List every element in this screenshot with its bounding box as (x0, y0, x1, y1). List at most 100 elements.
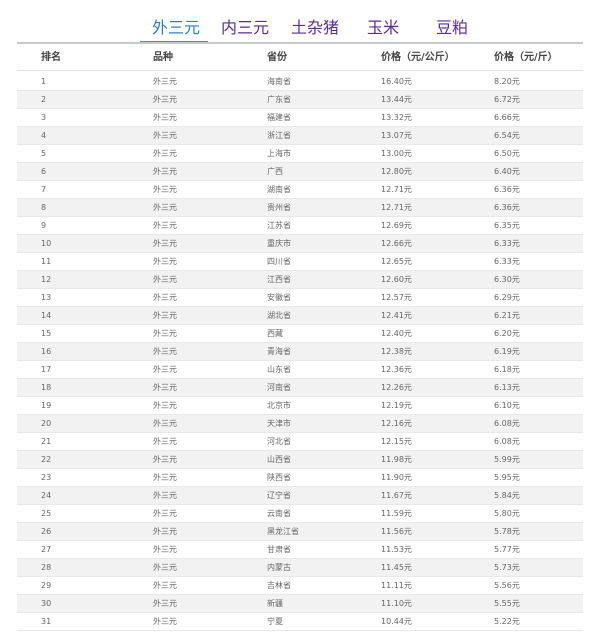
price-jin-cell: 5.80元 (494, 509, 520, 518)
province-cell: 北京市 (267, 401, 291, 410)
price-jin-cell: 5.56元 (494, 581, 520, 590)
table-row: 18 外三元 河南省 12.26元 6.13元 (17, 379, 583, 397)
price-jin-cell: 5.77元 (494, 545, 520, 554)
variety-cell: 外三元 (153, 527, 177, 536)
variety-cell: 外三元 (153, 347, 177, 356)
variety-cell: 外三元 (153, 491, 177, 500)
tab-nei-san-yuan[interactable]: 内三元 (221, 14, 269, 42)
table-row: 24 外三元 辽宁省 11.67元 5.84元 (17, 487, 583, 505)
price-kg-cell: 12.41元 (381, 311, 412, 320)
price-jin-cell: 5.95元 (494, 473, 520, 482)
province-cell: 安徽省 (267, 293, 291, 302)
price-jin-cell: 6.40元 (494, 167, 520, 176)
price-kg-cell: 11.11元 (381, 581, 412, 590)
province-cell: 江苏省 (267, 221, 291, 230)
price-kg-cell: 16.40元 (381, 77, 412, 86)
table-row: 23 外三元 陕西省 11.90元 5.95元 (17, 469, 583, 487)
variety-cell: 外三元 (153, 239, 177, 248)
variety-cell: 外三元 (153, 185, 177, 194)
price-jin-cell: 6.18元 (494, 365, 520, 374)
price-kg-cell: 13.00元 (381, 149, 412, 158)
variety-cell: 外三元 (153, 617, 177, 626)
price-kg-cell: 11.10元 (381, 599, 412, 608)
province-cell: 浙江省 (267, 131, 291, 140)
price-jin-cell: 5.22元 (494, 617, 520, 626)
price-jin-cell: 6.36元 (494, 203, 520, 212)
variety-cell: 外三元 (153, 95, 177, 104)
table-row: 22 外三元 山西省 11.98元 5.99元 (17, 451, 583, 469)
price-kg-cell: 11.45元 (381, 563, 412, 572)
price-kg-cell: 12.15元 (381, 437, 412, 446)
price-kg-cell: 11.90元 (381, 473, 412, 482)
price-kg-cell: 11.56元 (381, 527, 412, 536)
province-cell: 重庆市 (267, 239, 291, 248)
price-kg-cell: 11.67元 (381, 491, 412, 500)
category-tabs: 外三元 内三元 土杂猪 玉米 豆粕 (0, 14, 600, 44)
price-kg-cell: 12.71元 (381, 185, 412, 194)
rank-cell: 25 (41, 509, 52, 518)
variety-cell: 外三元 (153, 257, 177, 266)
province-cell: 福建省 (267, 113, 291, 122)
price-kg-cell: 12.57元 (381, 293, 412, 302)
variety-cell: 外三元 (153, 563, 177, 572)
rank-cell: 19 (41, 401, 52, 410)
variety-cell: 外三元 (153, 473, 177, 482)
price-jin-cell: 8.20元 (494, 77, 520, 86)
price-table: 排名 品种 省份 价格（元/公斤） 价格（元/斤） 1 外三元 海南省 16.40元 8… (17, 46, 583, 631)
price-kg-cell: 12.71元 (381, 203, 412, 212)
price-kg-cell: 12.19元 (381, 401, 412, 410)
province-cell: 江西省 (267, 275, 291, 284)
table-row: 16 外三元 青海省 12.38元 6.19元 (17, 343, 583, 361)
price-jin-cell: 6.13元 (494, 383, 520, 392)
rank-cell: 8 (41, 203, 47, 212)
province-cell: 湖南省 (267, 185, 291, 194)
variety-cell: 外三元 (153, 437, 177, 446)
table-row: 19 外三元 北京市 12.19元 6.10元 (17, 397, 583, 415)
table-row: 1 外三元 海南省 16.40元 8.20元 (17, 73, 583, 91)
variety-cell: 外三元 (153, 167, 177, 176)
table-row: 9 外三元 江苏省 12.69元 6.35元 (17, 217, 583, 235)
rank-cell: 6 (41, 167, 47, 176)
header-variety: 品种 (153, 52, 173, 63)
variety-cell: 外三元 (153, 203, 177, 212)
price-jin-cell: 6.08元 (494, 437, 520, 446)
rank-cell: 9 (41, 221, 47, 230)
price-kg-cell: 12.26元 (381, 383, 412, 392)
table-row: 14 外三元 湖北省 12.41元 6.21元 (17, 307, 583, 325)
price-kg-cell: 11.98元 (381, 455, 412, 464)
header-rank: 排名 (41, 52, 61, 63)
price-jin-cell: 6.30元 (494, 275, 520, 284)
province-cell: 河北省 (267, 437, 291, 446)
rank-cell: 5 (41, 149, 47, 158)
price-jin-cell: 6.19元 (494, 347, 520, 356)
rank-cell: 30 (41, 599, 52, 608)
province-cell: 内蒙古 (267, 563, 291, 572)
province-cell: 甘肃省 (267, 545, 291, 554)
province-cell: 宁夏 (267, 617, 283, 626)
rank-cell: 7 (41, 185, 47, 194)
tab-soybean-meal[interactable]: 豆粕 (436, 14, 468, 42)
price-kg-cell: 10.44元 (381, 617, 412, 626)
rank-cell: 24 (41, 491, 52, 500)
table-row: 4 外三元 浙江省 13.07元 6.54元 (17, 127, 583, 145)
variety-cell: 外三元 (153, 599, 177, 608)
variety-cell: 外三元 (153, 581, 177, 590)
province-cell: 青海省 (267, 347, 291, 356)
table-row: 21 外三元 河北省 12.15元 6.08元 (17, 433, 583, 451)
variety-cell: 外三元 (153, 221, 177, 230)
price-kg-cell: 12.69元 (381, 221, 412, 230)
tab-wai-san-yuan[interactable]: 外三元 (152, 14, 200, 42)
rank-cell: 26 (41, 527, 52, 536)
table-row: 11 外三元 四川省 12.65元 6.33元 (17, 253, 583, 271)
price-kg-cell: 11.53元 (381, 545, 412, 554)
tab-corn[interactable]: 玉米 (367, 14, 399, 42)
rank-cell: 11 (41, 257, 52, 266)
tab-tu-za-zhu[interactable]: 土杂猪 (291, 14, 339, 42)
variety-cell: 外三元 (153, 77, 177, 86)
header-province: 省份 (267, 52, 287, 63)
price-jin-cell: 6.36元 (494, 185, 520, 194)
rank-cell: 31 (41, 617, 52, 626)
header-price-jin: 价格（元/斤） (494, 52, 558, 63)
rank-cell: 28 (41, 563, 52, 572)
price-kg-cell: 13.44元 (381, 95, 412, 104)
